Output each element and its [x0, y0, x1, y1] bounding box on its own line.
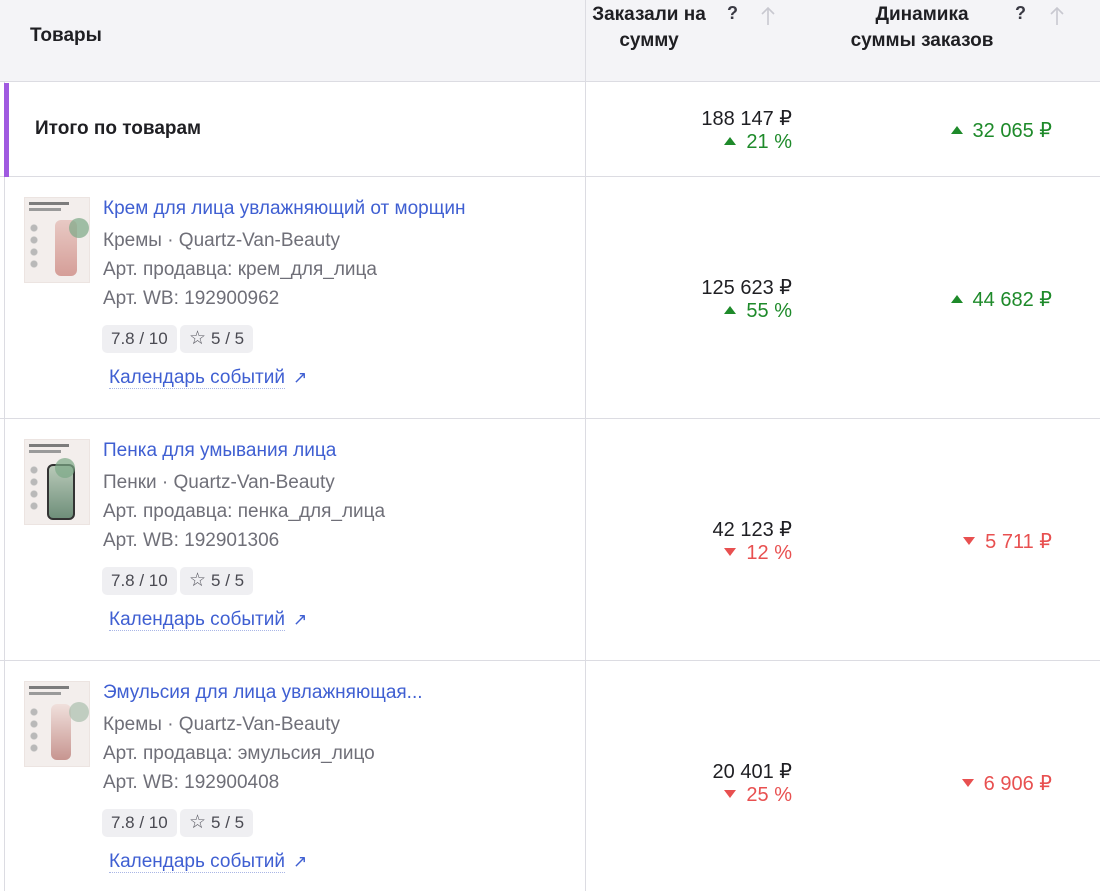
rating-badge: 7.8 / 10: [102, 325, 177, 353]
product-sum: 42 123 ₽: [712, 519, 792, 541]
product-category: Пенки · Quartz-Van-Beauty: [103, 472, 335, 493]
total-label: Итого по товарам: [35, 118, 202, 139]
product-seller-article: Арт. продавца: крем_для_лица: [103, 259, 377, 280]
product-seller-article: Арт. продавца: пенка_для_лица: [103, 501, 386, 522]
star-icon: ☆: [189, 328, 207, 349]
calendar-events-link[interactable]: Календарь событий ↗: [109, 367, 307, 389]
trend-down-icon: [724, 547, 737, 556]
product-sum: 125 623 ₽: [701, 277, 792, 299]
product-pct: 25 %: [632, 784, 792, 807]
header-products: Товары: [30, 25, 102, 46]
external-arrow-icon: ↗: [292, 610, 308, 629]
product-sum: 20 401 ₽: [712, 761, 792, 783]
table-header: Товары Заказали на сумму ? Динамика сумм…: [0, 0, 1100, 82]
total-row-accent: [4, 83, 9, 177]
stars-badge: ☆ 5 / 5: [180, 567, 254, 595]
product-category: Кремы · Quartz-Van-Beauty: [103, 230, 341, 251]
total-pct: 21 %: [632, 131, 792, 154]
product-title-link[interactable]: Эмульсия для лица увлажняющая...: [103, 682, 423, 704]
trend-down-icon: [724, 789, 737, 798]
table-row: Эмульсия для лица увлажняющая... Кремы ·…: [0, 662, 1100, 891]
product-image[interactable]: [24, 197, 90, 283]
total-sum: 188 147 ₽: [701, 108, 792, 130]
trend-down-icon: [963, 536, 976, 545]
trend-up-icon: [950, 125, 963, 134]
product-image[interactable]: [24, 439, 90, 525]
stars-badge: ☆ 5 / 5: [180, 325, 254, 353]
external-arrow-icon: ↗: [292, 368, 308, 387]
trend-up-icon: [950, 294, 963, 303]
product-pct: 55 %: [632, 300, 792, 323]
trend-up-icon: [724, 305, 737, 314]
product-wb-article: Арт. WB: 192900408: [103, 772, 280, 793]
product-dynamic: 5 711 ₽: [872, 529, 1052, 554]
calendar-events-link[interactable]: Календарь событий ↗: [109, 851, 307, 873]
header-order-dynamics[interactable]: Динамика суммы заказов: [842, 2, 1002, 54]
help-icon-ordered-sum[interactable]: ?: [727, 3, 738, 24]
product-dynamic: 6 906 ₽: [872, 771, 1052, 796]
product-category: Кремы · Quartz-Van-Beauty: [103, 714, 341, 735]
star-icon: ☆: [189, 570, 207, 591]
star-icon: ☆: [189, 812, 207, 833]
total-row: Итого по товарам 188 147 ₽ 21 % 32 065 ₽: [0, 83, 1100, 177]
help-icon-order-dynamics[interactable]: ?: [1015, 3, 1026, 24]
sort-arrow-up-icon[interactable]: [760, 5, 776, 27]
header-ordered-sum[interactable]: Заказали на сумму: [586, 2, 712, 54]
product-wb-article: Арт. WB: 192900962: [103, 288, 280, 309]
sort-arrow-up-icon[interactable]: [1049, 5, 1065, 27]
table-row: Пенка для умывания лица Пенки · Quartz-V…: [0, 420, 1100, 661]
rating-badge: 7.8 / 10: [102, 567, 177, 595]
trend-down-icon: [961, 778, 974, 787]
product-seller-article: Арт. продавца: эмульсия_лицо: [103, 743, 375, 764]
product-wb-article: Арт. WB: 192901306: [103, 530, 280, 551]
external-arrow-icon: ↗: [292, 852, 308, 871]
product-title-link[interactable]: Пенка для умывания лица: [103, 440, 336, 462]
trend-up-icon: [724, 136, 737, 145]
product-pct: 12 %: [632, 542, 792, 565]
product-dynamic: 44 682 ₽: [872, 287, 1052, 312]
products-table: Товары Заказали на сумму ? Динамика сумм…: [0, 0, 1100, 891]
rating-badge: 7.8 / 10: [102, 809, 177, 837]
total-dynamic: 32 065 ₽: [872, 118, 1052, 143]
table-row: Крем для лица увлажняющий от морщин Крем…: [0, 178, 1100, 419]
product-title-link[interactable]: Крем для лица увлажняющий от морщин: [103, 198, 465, 220]
product-image[interactable]: [24, 681, 90, 767]
calendar-events-link[interactable]: Календарь событий ↗: [109, 609, 307, 631]
stars-badge: ☆ 5 / 5: [180, 809, 254, 837]
column-divider: [585, 0, 586, 891]
